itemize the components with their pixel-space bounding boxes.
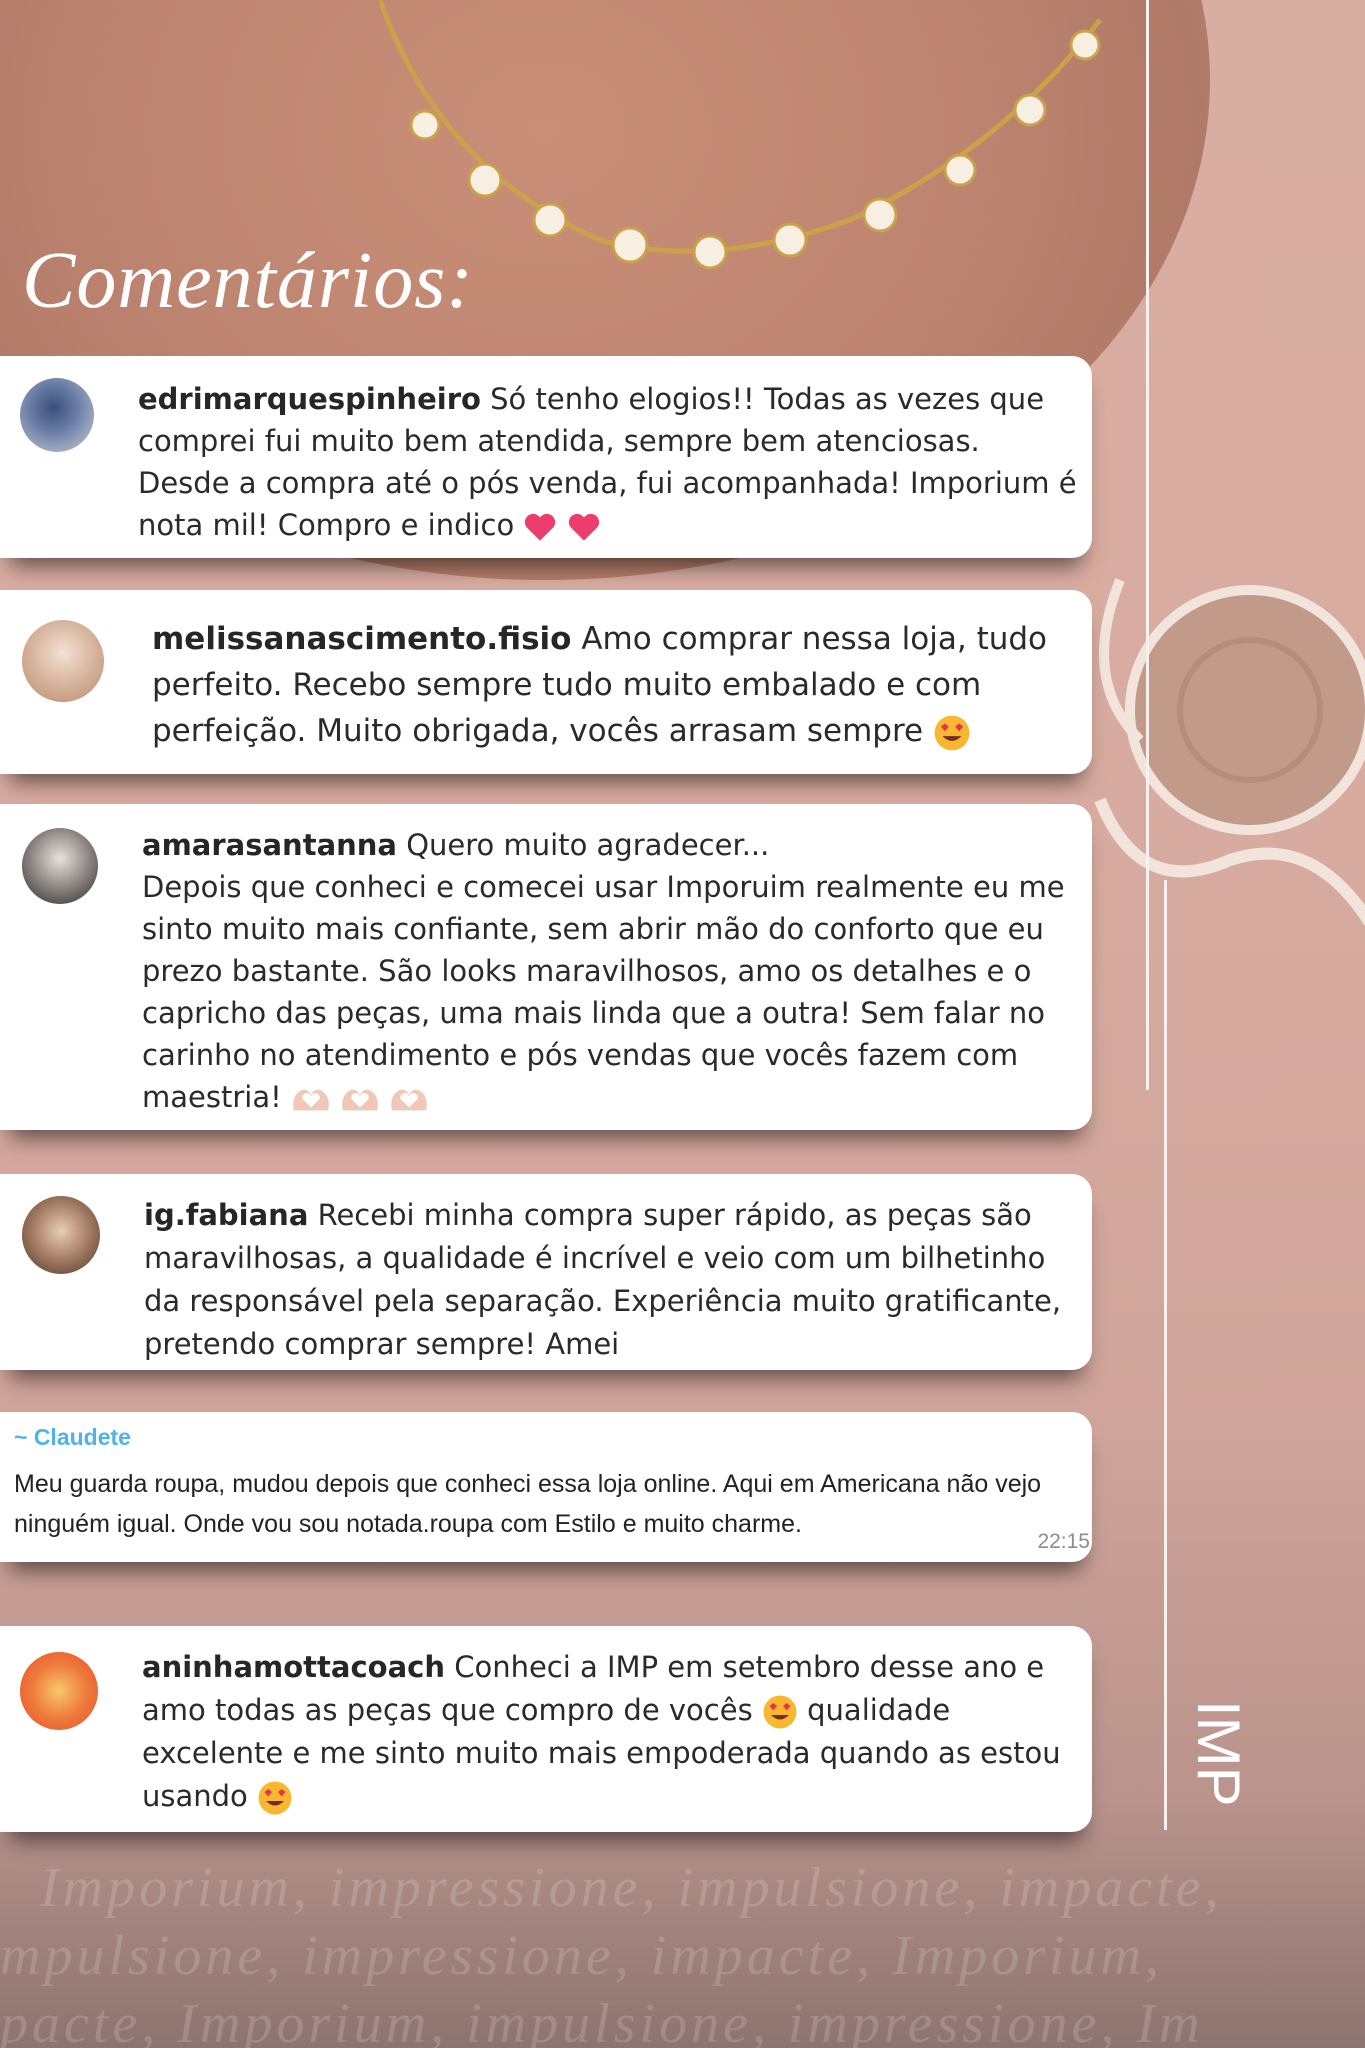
- heart-icon: [525, 513, 556, 541]
- avatar: [20, 1652, 98, 1730]
- avatar: [22, 1196, 100, 1274]
- avatar: [20, 378, 94, 452]
- comment-username[interactable]: aninhamottacoach: [142, 1650, 445, 1684]
- comment-text: Depois que conheci e comecei usar Imporu…: [142, 870, 1065, 1114]
- page-title: Comentários:: [22, 237, 474, 325]
- heart-hands-icon: [342, 1089, 378, 1111]
- comment-card: amarasantanna Quero muito agradecer... D…: [0, 804, 1092, 1130]
- whatsapp-message-card: ~ Claudete Meu guarda roupa, mudou depoi…: [0, 1412, 1092, 1562]
- heart-eyes-icon: [934, 715, 970, 750]
- heart-eyes-icon: [763, 1695, 797, 1729]
- comment-card: aninhamottacoach Conheci a IMP em setemb…: [0, 1626, 1092, 1832]
- comment-username[interactable]: ig.fabiana: [144, 1198, 308, 1232]
- imp-logo: IMP: [1190, 1700, 1250, 1807]
- watermark-line: pacte, Imporium, impulsione, impressione…: [0, 1993, 1204, 2055]
- message-text: Meu guarda roupa, mudou depois que conhe…: [14, 1470, 1042, 1538]
- avatar: [22, 620, 104, 702]
- comment-body: amarasantanna Quero muito agradecer... D…: [142, 824, 1072, 1118]
- comment-username[interactable]: edrimarquespinheiro: [138, 382, 481, 416]
- frame-line-upper: [1146, 0, 1149, 1090]
- comment-body: aninhamottacoach Conheci a IMP em setemb…: [142, 1646, 1082, 1818]
- message-timestamp: 22:15: [1037, 1530, 1090, 1553]
- watermark-line: Imporium, impressione, impulsione, impac…: [40, 1857, 1223, 1919]
- necklace-image: [380, 0, 1102, 270]
- comment-card: melissanascimento.fisio Amo comprar ness…: [0, 590, 1092, 774]
- comment-username[interactable]: amarasantanna: [142, 828, 397, 862]
- comment-card: ig.fabiana Recebi minha compra super ráp…: [0, 1174, 1092, 1370]
- embroidery-pattern: [1094, 578, 1365, 927]
- heart-hands-icon: [293, 1089, 329, 1111]
- avatar: [22, 828, 98, 904]
- heart-icon: [568, 513, 599, 541]
- comment-body: ig.fabiana Recebi minha compra super ráp…: [144, 1194, 1074, 1366]
- comment-username[interactable]: melissanascimento.fisio: [152, 621, 571, 657]
- message-sender: ~ Claudete: [14, 1424, 131, 1450]
- comment-card: edrimarquespinheiro Só tenho elogios!! T…: [0, 356, 1092, 558]
- comment-body: melissanascimento.fisio Amo comprar ness…: [152, 616, 1072, 754]
- heart-hands-icon: [391, 1089, 428, 1111]
- comment-body: edrimarquespinheiro Só tenho elogios!! T…: [138, 378, 1078, 546]
- frame-line-lower: [1164, 880, 1167, 1830]
- heart-eyes-icon: [258, 1781, 292, 1815]
- comment-text-line1: Quero muito agradecer...: [406, 828, 770, 862]
- logo-text: IMP: [1190, 1700, 1250, 1807]
- watermark-line: mpulsione, impressione, impacte, Imporiu…: [0, 1925, 1163, 1987]
